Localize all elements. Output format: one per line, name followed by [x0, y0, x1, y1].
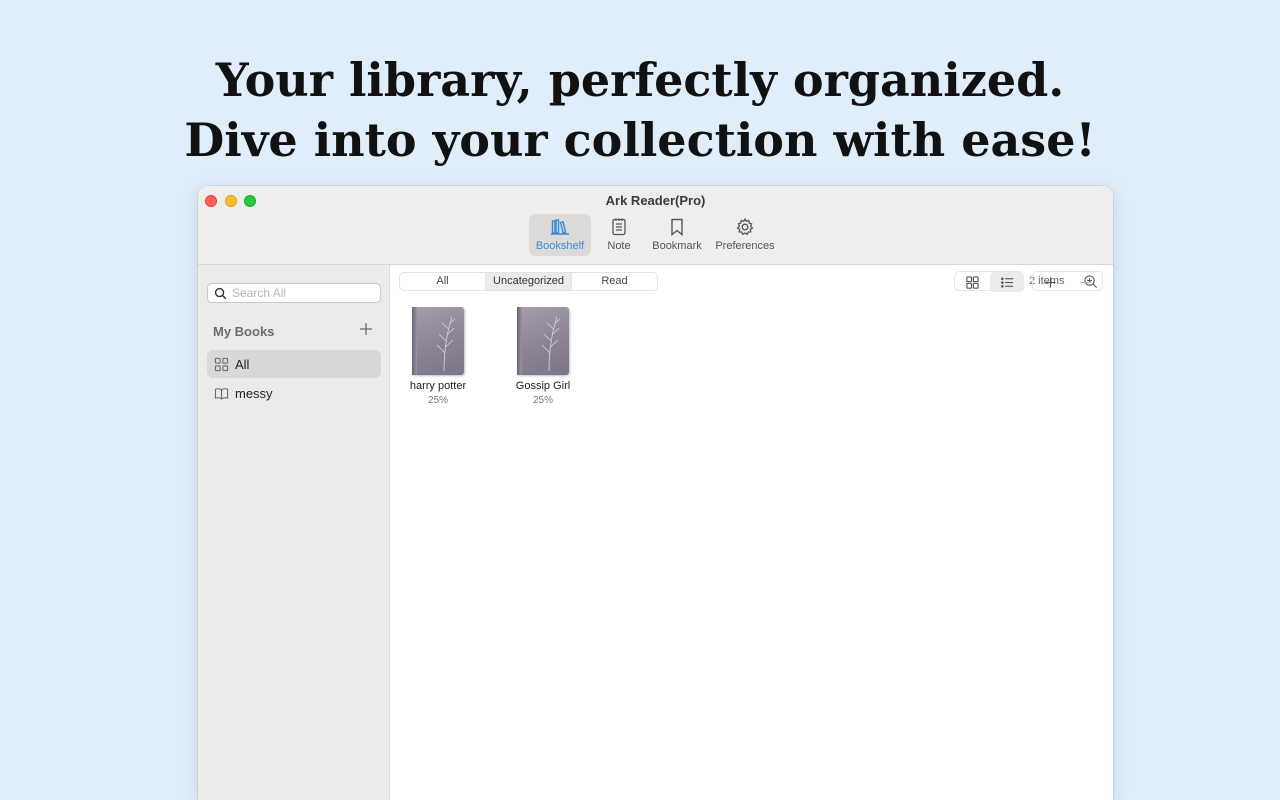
list-view-button[interactable] — [990, 272, 1024, 292]
add-collection-icon[interactable] — [359, 322, 373, 336]
book-title: Gossip Girl — [515, 380, 571, 392]
book-progress: 25% — [532, 395, 553, 406]
plant-illustration-icon — [541, 316, 561, 371]
book-item[interactable]: Gossip Girl 25% — [503, 307, 583, 406]
toolbar-bookmark-button[interactable]: Bookmark — [648, 214, 706, 256]
book-progress: 25% — [427, 395, 448, 406]
search-input[interactable] — [232, 286, 372, 300]
bookshelf-icon — [551, 219, 569, 235]
promo-headline: Your library, perfectly organized. Dive … — [0, 50, 1280, 170]
gear-icon — [736, 217, 754, 236]
filter-uncategorized-tab[interactable]: Uncategorized — [486, 273, 572, 290]
toolbar-note-label: Note — [607, 240, 631, 252]
remove-book-button[interactable] — [1068, 272, 1102, 292]
sidebar-item-label: All — [235, 356, 250, 372]
sidebar-item-messy[interactable]: messy — [207, 379, 381, 407]
book-cover — [517, 307, 569, 375]
book-title: harry potter — [409, 380, 467, 392]
book-open-icon — [214, 387, 229, 400]
bookshelf-content: All Uncategorized Read 2 items — [390, 265, 1113, 800]
filter-all-tab[interactable]: All — [400, 273, 486, 290]
toolbar-preferences-button[interactable]: Preferences — [712, 214, 778, 256]
filter-read-tab[interactable]: Read — [572, 273, 657, 290]
add-remove-control — [1032, 271, 1103, 291]
headline-line-1: Your library, perfectly organized. — [215, 53, 1065, 107]
sidebar-item-label: messy — [235, 385, 273, 401]
grid-view-button[interactable] — [955, 272, 989, 292]
headline-line-2: Dive into your collection with ease! — [184, 113, 1096, 167]
search-field[interactable] — [207, 283, 381, 303]
my-books-heading: My Books — [213, 324, 275, 339]
search-icon — [214, 287, 227, 299]
minus-icon — [1079, 281, 1091, 283]
add-book-button[interactable] — [1033, 272, 1067, 292]
list-view-icon — [1000, 276, 1013, 288]
view-mode-toggle — [954, 271, 1024, 292]
filter-segmented-control: All Uncategorized Read — [399, 272, 658, 291]
book-cover — [412, 307, 464, 375]
toolbar-bookshelf-button[interactable]: Bookshelf — [529, 214, 591, 256]
toolbar-preferences-label: Preferences — [715, 240, 775, 252]
book-item[interactable]: harry potter 25% — [398, 307, 478, 406]
sidebar: My Books All messy — [198, 265, 390, 800]
grid-icon — [214, 357, 229, 371]
window-title: Ark Reader(Pro) — [605, 193, 706, 208]
bookmark-icon — [671, 218, 683, 236]
sidebar-item-all[interactable]: All — [207, 350, 381, 378]
title-bar: Ark Reader(Pro) Bookshelf Note Bookmark … — [198, 186, 1113, 265]
grid-view-icon — [965, 275, 979, 289]
plus-icon — [1044, 276, 1056, 288]
toolbar-bookshelf-label: Bookshelf — [535, 240, 585, 252]
zoom-out-button[interactable] — [1109, 271, 1113, 291]
toolbar-note-button[interactable]: Note — [600, 214, 638, 256]
toolbar-bookmark-label: Bookmark — [652, 240, 702, 252]
note-icon — [612, 218, 626, 236]
plant-illustration-icon — [436, 316, 456, 371]
